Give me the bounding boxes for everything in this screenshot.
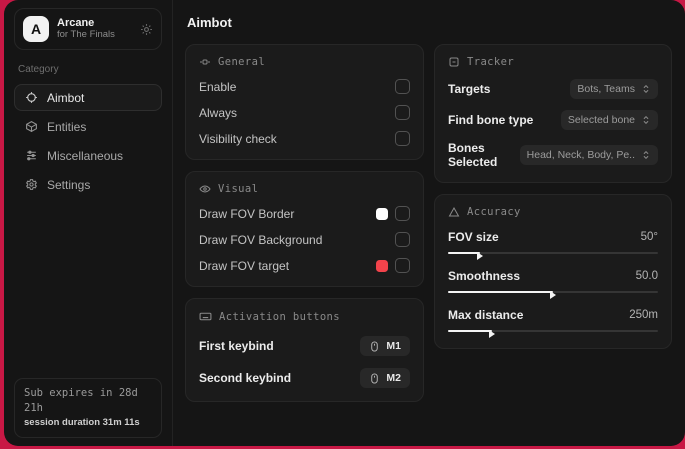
- targets-dropdown[interactable]: Bots, Teams: [570, 79, 658, 99]
- setting-label: Always: [199, 105, 238, 120]
- sidebar-item-label: Miscellaneous: [47, 148, 124, 163]
- sidebar-item-miscellaneous[interactable]: Miscellaneous: [14, 142, 162, 169]
- max-distance-value: 250m: [629, 309, 658, 321]
- panel-tracker: Tracker Targets Bots, Teams Find bone ty…: [434, 44, 672, 183]
- scan-icon: [449, 57, 459, 67]
- panel-general: General Enable Always Visibility check: [185, 44, 424, 160]
- draw-fov-target-checkbox[interactable]: [395, 258, 410, 273]
- slider-thumb[interactable]: [550, 291, 556, 299]
- bones-selected-dropdown[interactable]: Head, Neck, Body, Pe..: [519, 145, 658, 165]
- main-content: Aimbot General Enable Always Visibility …: [173, 0, 685, 446]
- chevrons-up-down-icon: [643, 115, 649, 125]
- sidebar-item-settings[interactable]: Settings: [14, 171, 162, 198]
- draw-fov-border-checkbox[interactable]: [395, 206, 410, 221]
- panel-accuracy: Accuracy FOV size 50° Smoothness 50.0 Ma…: [434, 194, 672, 349]
- setting-label: Enable: [199, 79, 237, 94]
- panel-activation-buttons: Activation buttons First keybind M1 Seco…: [185, 298, 424, 402]
- setting-label: Draw FOV target: [199, 258, 290, 273]
- fov-size-slider[interactable]: [448, 249, 658, 260]
- triangle-icon: [448, 206, 460, 217]
- sub-expiry-text: Sub expires in 28d 21h: [24, 386, 138, 415]
- session-duration-text: session duration 31m 11s: [24, 417, 140, 429]
- app-logo: A: [23, 16, 49, 42]
- cube-icon: [25, 120, 38, 133]
- slider-thumb[interactable]: [476, 252, 483, 260]
- sidebar-item-label: Settings: [47, 177, 91, 192]
- fov-size-value: 50°: [640, 231, 658, 243]
- sidebar-nav: Aimbot Entities Miscellaneous Settings: [14, 84, 162, 198]
- brand-text: Arcane for The Finals: [57, 17, 132, 41]
- panel-visual: Visual Draw FOV Border Draw FOV Backgrou…: [185, 171, 424, 287]
- smoothness-value: 50.0: [635, 270, 658, 282]
- category-label: Category: [18, 64, 59, 75]
- sidebar-item-label: Aimbot: [47, 90, 85, 105]
- setting-label: FOV size: [448, 230, 499, 244]
- setting-label: Smoothness: [448, 269, 521, 283]
- keyboard-icon: [199, 312, 212, 321]
- enable-checkbox[interactable]: [395, 79, 410, 94]
- second-keybind-button[interactable]: M2: [360, 368, 410, 388]
- gear-icon[interactable]: [140, 23, 153, 36]
- app-window: A Arcane for The Finals Category Aimbot: [4, 0, 685, 446]
- color-swatch[interactable]: [376, 207, 388, 220]
- panel-title: Tracker: [467, 56, 515, 68]
- setting-label: First keybind: [199, 339, 274, 353]
- smoothness-slider[interactable]: [448, 288, 658, 299]
- chevrons-up-down-icon: [643, 150, 649, 160]
- mouse-icon: [371, 372, 379, 384]
- app-subtitle: for The Finals: [57, 28, 115, 40]
- setting-label: Visibility check: [199, 131, 277, 146]
- subscription-card: Sub expires in 28d 21h session duration …: [14, 377, 162, 438]
- panel-title: Activation buttons: [219, 310, 340, 323]
- panel-title: General: [218, 56, 266, 68]
- panel-title: Accuracy: [467, 206, 521, 218]
- setting-label: Max distance: [448, 308, 524, 322]
- max-distance-slider[interactable]: [448, 327, 658, 338]
- panel-title: Visual: [218, 183, 259, 195]
- app-name: Arcane: [57, 17, 95, 30]
- setting-label: Second keybind: [199, 371, 292, 385]
- sidebar: A Arcane for The Finals Category Aimbot: [4, 0, 173, 446]
- color-swatch[interactable]: [376, 259, 388, 272]
- page-title: Aimbot: [187, 15, 232, 30]
- setting-label: Bones Selected: [448, 141, 498, 169]
- find-bone-type-dropdown[interactable]: Selected bone: [560, 110, 658, 130]
- setting-label: Find bone type: [448, 113, 534, 127]
- sidebar-item-aimbot[interactable]: Aimbot: [14, 84, 162, 111]
- sliders-icon: [25, 149, 38, 162]
- slider-thumb[interactable]: [489, 330, 496, 338]
- sidebar-item-entities[interactable]: Entities: [14, 113, 162, 140]
- brand-card: A Arcane for The Finals: [14, 8, 162, 50]
- adjust-icon: [200, 59, 210, 65]
- visibility-check-checkbox[interactable]: [395, 131, 410, 146]
- chevrons-up-down-icon: [643, 84, 649, 94]
- setting-label: Draw FOV Border: [199, 206, 295, 221]
- draw-fov-background-checkbox[interactable]: [395, 232, 410, 247]
- setting-label: Draw FOV Background: [199, 232, 323, 247]
- gear-icon: [25, 178, 38, 191]
- first-keybind-button[interactable]: M1: [360, 336, 410, 356]
- mouse-icon: [371, 340, 379, 352]
- setting-label: Targets: [448, 82, 491, 96]
- always-checkbox[interactable]: [395, 105, 410, 120]
- sidebar-item-label: Entities: [47, 119, 87, 134]
- crosshair-icon: [25, 91, 38, 104]
- eye-icon: [199, 185, 211, 193]
